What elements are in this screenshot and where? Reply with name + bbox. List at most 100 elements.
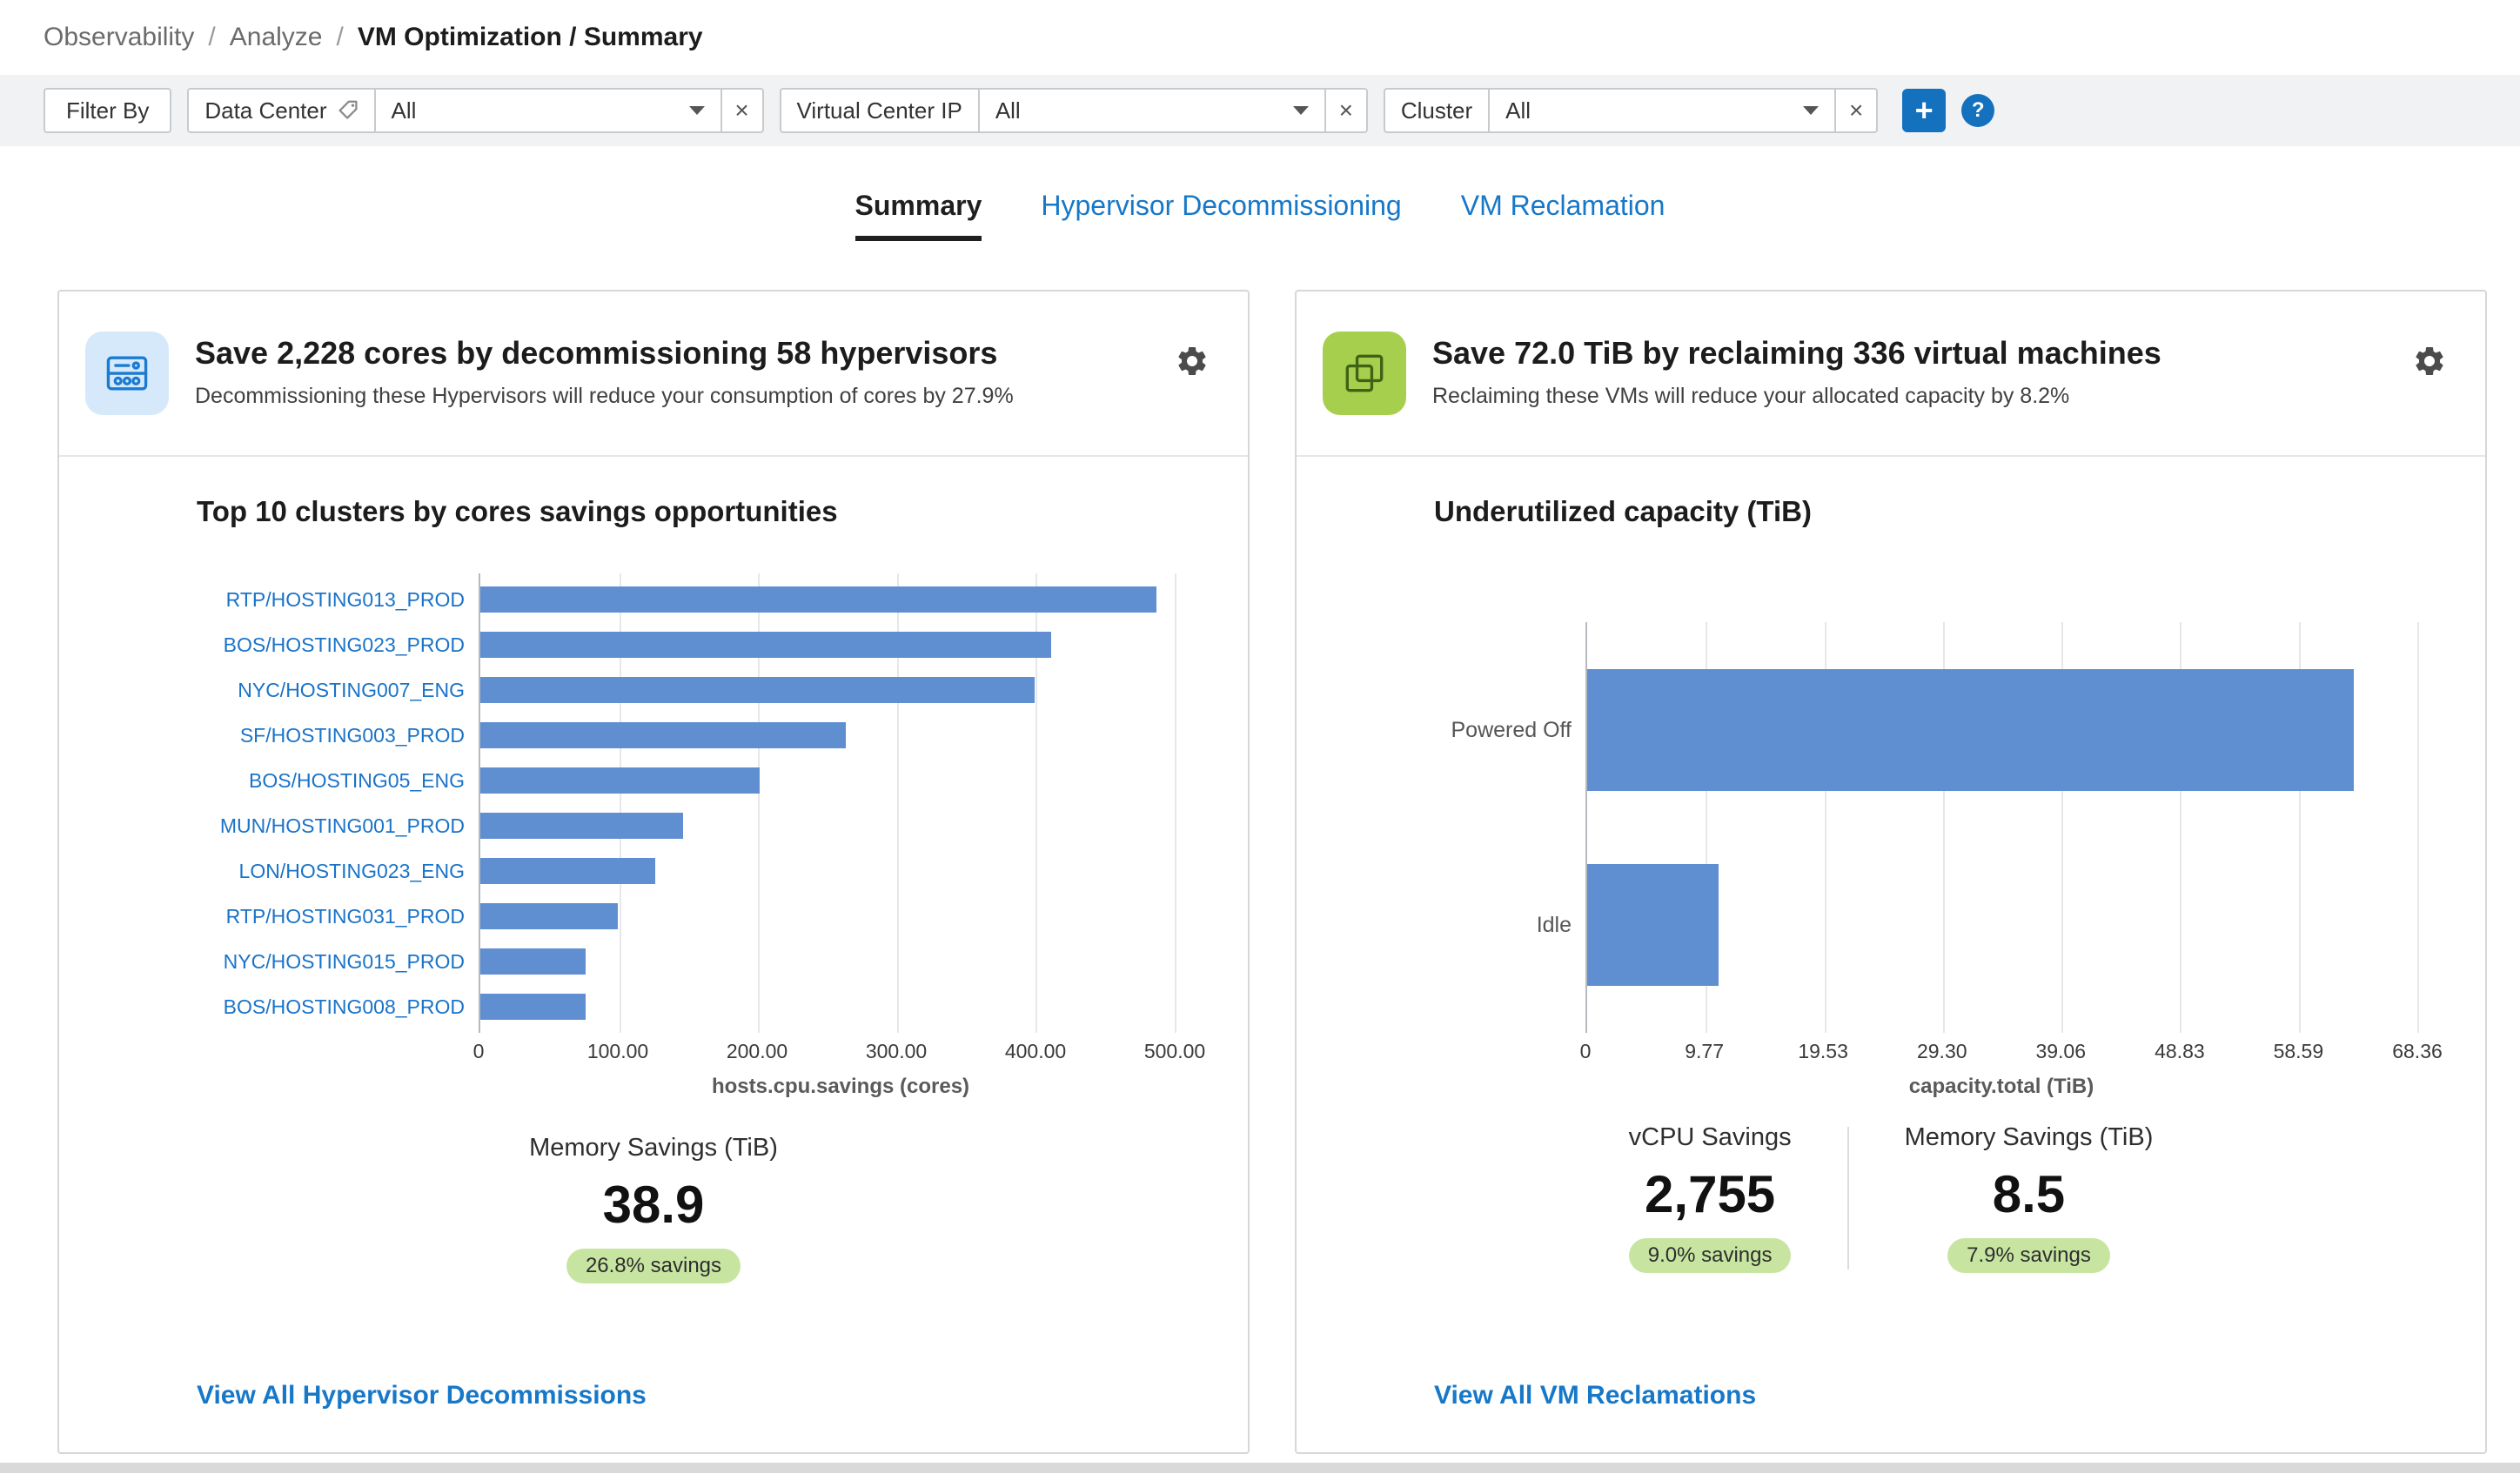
axis-tick-label: 19.53 bbox=[1798, 1040, 1848, 1062]
filter-bar: Filter By Data Center All × Virtual Cent… bbox=[0, 75, 2520, 146]
selected-value: All bbox=[391, 97, 417, 124]
gear-icon bbox=[2412, 347, 2447, 385]
help-icon[interactable]: ? bbox=[1961, 94, 1995, 127]
card-body: Underutilized capacity (TiB) Powered Off… bbox=[1297, 457, 2485, 1452]
axis-tick-label: 100.00 bbox=[586, 1040, 649, 1062]
memory-savings-stat: Memory Savings (TiB) 38.9 26.8% savings bbox=[480, 1134, 827, 1283]
chart-title: Top 10 clusters by cores savings opportu… bbox=[197, 495, 838, 527]
filter-by-button[interactable]: Filter By bbox=[44, 88, 172, 133]
selected-value: All bbox=[1505, 97, 1531, 124]
settings-button[interactable] bbox=[1175, 344, 1210, 379]
category-label: Idle bbox=[1536, 912, 1572, 937]
bar[interactable] bbox=[480, 677, 1035, 703]
card-body: Top 10 clusters by cores savings opportu… bbox=[59, 457, 1248, 1452]
close-icon: × bbox=[1338, 97, 1353, 124]
filter-label-data-center: Data Center bbox=[187, 88, 374, 133]
axis-tick-label: 500.00 bbox=[1143, 1040, 1206, 1062]
bar[interactable] bbox=[480, 994, 586, 1020]
clear-data-center-filter-button[interactable]: × bbox=[721, 88, 764, 133]
vcpu-savings-stat: vCPU Savings 2,755 9.0% savings bbox=[1580, 1123, 1840, 1273]
breadcrumb-separator: / bbox=[336, 23, 344, 51]
gear-icon bbox=[1175, 347, 1210, 385]
clear-cluster-filter-button[interactable]: × bbox=[1836, 88, 1879, 133]
card-title: Save 2,228 cores by decommissioning 58 h… bbox=[195, 335, 998, 371]
filter-group-virtual-center-ip: Virtual Center IP All × bbox=[779, 88, 1368, 133]
axis-tick-label: 9.77 bbox=[1685, 1040, 1725, 1062]
filter-label-text: Virtual Center IP bbox=[796, 97, 962, 124]
gridline bbox=[1175, 573, 1177, 1033]
stat-divider bbox=[1846, 1127, 1849, 1270]
memory-savings-stat: Memory Savings (TiB) 8.5 7.9% savings bbox=[1856, 1123, 2202, 1273]
stat-label: Memory Savings (TiB) bbox=[529, 1134, 778, 1162]
savings-badge: 26.8% savings bbox=[566, 1249, 741, 1283]
summary-cards: Save 2,228 cores by decommissioning 58 h… bbox=[0, 290, 2520, 1454]
tab-vm-reclamation[interactable]: VM Reclamation bbox=[1461, 190, 1665, 241]
category-label[interactable]: MUN/HOSTING001_PROD bbox=[129, 803, 479, 848]
tab-summary[interactable]: Summary bbox=[855, 190, 982, 241]
card-subtitle: Decommissioning these Hypervisors will r… bbox=[195, 384, 1014, 408]
stat-value: 38.9 bbox=[602, 1176, 705, 1234]
filter-label-text: Data Center bbox=[204, 97, 327, 124]
bar[interactable] bbox=[480, 767, 760, 794]
virtual-machine-icon bbox=[1323, 332, 1406, 415]
bar[interactable] bbox=[480, 586, 1157, 613]
bar[interactable] bbox=[480, 903, 619, 929]
tag-icon bbox=[338, 100, 359, 121]
category-label[interactable]: RTP/HOSTING031_PROD bbox=[129, 894, 479, 939]
stat-label: vCPU Savings bbox=[1628, 1123, 1792, 1151]
axis-tick-label: 39.06 bbox=[2035, 1040, 2087, 1062]
data-center-select[interactable]: All bbox=[373, 88, 722, 133]
axis-tick-label: 29.30 bbox=[1916, 1040, 1967, 1062]
stat-value: 8.5 bbox=[1992, 1165, 2066, 1223]
breadcrumb-item-analyze[interactable]: Analyze bbox=[230, 23, 323, 52]
tab-hypervisor-decommissioning[interactable]: Hypervisor Decommissioning bbox=[1041, 190, 1401, 241]
virtual-center-ip-select[interactable]: All bbox=[977, 88, 1326, 133]
cluster-select[interactable]: All bbox=[1488, 88, 1837, 133]
savings-badge: 9.0% savings bbox=[1628, 1238, 1792, 1273]
bar[interactable] bbox=[480, 948, 586, 975]
savings-badge: 7.9% savings bbox=[1947, 1238, 2110, 1273]
settings-button[interactable] bbox=[2412, 344, 2447, 379]
category-label: Powered Off bbox=[1451, 717, 1572, 742]
clear-virtual-center-ip-filter-button[interactable]: × bbox=[1325, 88, 1368, 133]
axis-title: capacity.total (TiB) bbox=[1908, 1075, 2094, 1098]
category-label[interactable]: LON/HOSTING023_ENG bbox=[129, 848, 479, 894]
card-subtitle: Reclaiming these VMs will reduce your al… bbox=[1432, 384, 2070, 408]
filter-label-cluster: Cluster bbox=[1383, 88, 1489, 133]
category-label[interactable]: SF/HOSTING003_PROD bbox=[129, 713, 479, 758]
category-label[interactable]: RTP/HOSTING013_PROD bbox=[129, 577, 479, 622]
category-label[interactable]: BOS/HOSTING008_PROD bbox=[129, 984, 479, 1029]
filter-label-virtual-center-ip: Virtual Center IP bbox=[779, 88, 978, 133]
axis-title: hosts.cpu.savings (cores) bbox=[711, 1075, 970, 1098]
filter-group-cluster: Cluster All × bbox=[1383, 88, 1879, 133]
card-header: Save 2,228 cores by decommissioning 58 h… bbox=[59, 291, 1248, 457]
view-all-hypervisor-decommissions-link[interactable]: View All Hypervisor Decommissions bbox=[59, 1381, 1248, 1452]
filter-label-text: Cluster bbox=[1400, 97, 1473, 124]
add-filter-button[interactable]: + bbox=[1902, 89, 1947, 132]
axis-tick-label: 58.59 bbox=[2273, 1040, 2324, 1062]
view-all-vm-reclamations-link[interactable]: View All VM Reclamations bbox=[1297, 1381, 2485, 1452]
chart-title: Underutilized capacity (TiB) bbox=[1434, 495, 1812, 527]
bar[interactable] bbox=[480, 858, 656, 884]
category-label[interactable]: BOS/HOSTING05_ENG bbox=[129, 758, 479, 803]
bar[interactable] bbox=[480, 722, 846, 748]
breadcrumb-item-observability[interactable]: Observability bbox=[44, 23, 194, 52]
selected-value: All bbox=[995, 97, 1021, 124]
bar[interactable] bbox=[1587, 864, 1719, 986]
category-label[interactable]: NYC/HOSTING015_PROD bbox=[129, 939, 479, 984]
close-icon: × bbox=[1848, 97, 1864, 124]
category-label[interactable]: BOS/HOSTING023_PROD bbox=[129, 622, 479, 667]
category-label[interactable]: NYC/HOSTING007_ENG bbox=[129, 667, 479, 713]
filter-group-data-center: Data Center All × bbox=[187, 88, 764, 133]
close-icon: × bbox=[734, 97, 749, 124]
bar[interactable] bbox=[1587, 669, 2354, 791]
breadcrumb: Observability / Analyze / VM Optimizatio… bbox=[0, 0, 2520, 75]
axis-tick-label: 0 bbox=[1579, 1040, 1592, 1062]
bar[interactable] bbox=[480, 813, 684, 839]
chevron-down-icon bbox=[1803, 106, 1820, 115]
hypervisor-icon bbox=[85, 332, 169, 415]
gridline bbox=[2417, 622, 2419, 1033]
cores-savings-chart: RTP/HOSTING013_PROD BOS/HOSTING023_PROD NY… bbox=[129, 573, 1206, 1099]
card-title: Save 72.0 TiB by reclaiming 336 virtual … bbox=[1432, 335, 2161, 371]
bar[interactable] bbox=[480, 632, 1052, 658]
